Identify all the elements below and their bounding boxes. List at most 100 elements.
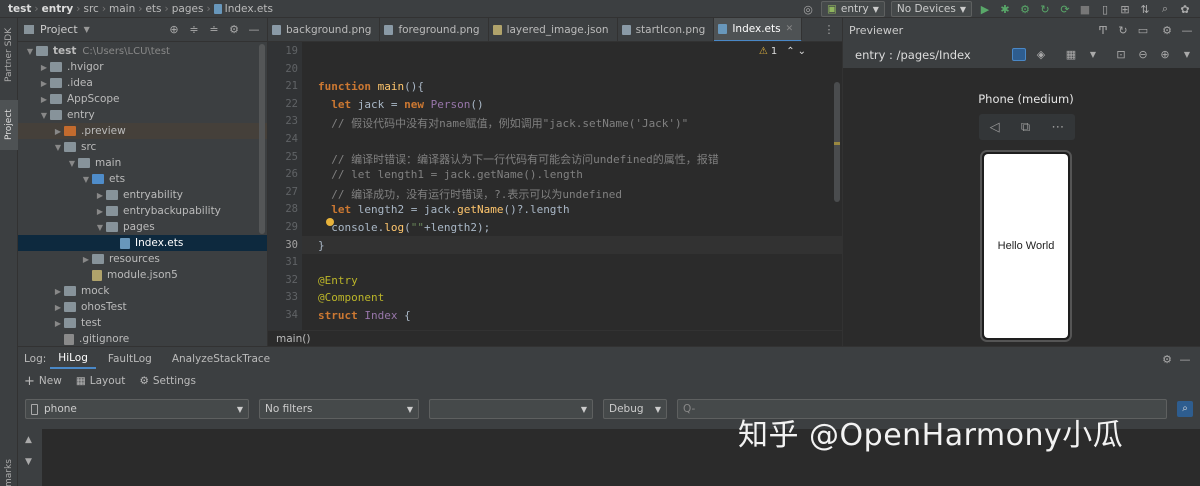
tab-layered-image-json[interactable]: layered_image.json: [489, 18, 618, 41]
multi-device-icon[interactable]: ▭: [1136, 23, 1150, 37]
gear-icon[interactable]: ⚙: [227, 23, 241, 37]
breadcrumb-item[interactable]: src: [83, 3, 98, 15]
gear-icon[interactable]: ⚙: [1160, 352, 1174, 366]
project-panel-title[interactable]: Project: [40, 23, 78, 36]
device-manager-icon[interactable]: ▯: [1098, 2, 1112, 16]
more-tabs-icon[interactable]: ⋮: [822, 23, 836, 37]
chevron-down-icon[interactable]: ▼: [94, 223, 106, 232]
chevron-down-icon[interactable]: ▼: [1086, 47, 1100, 61]
tab-background-png[interactable]: background.png: [268, 18, 381, 41]
rotate-icon[interactable]: ⧉: [1021, 120, 1030, 135]
tree-item[interactable]: ▶ entrybackupability: [18, 203, 267, 219]
code-editor[interactable]: 19 20 21 22 23 24 25 26 27 28 29 30 31 32 33 34 functio…: [268, 42, 842, 330]
module-selector[interactable]: ▣ entry ▼: [821, 1, 885, 17]
tab-hilog[interactable]: HiLog: [50, 349, 96, 369]
tree-item[interactable]: ▼ pages: [18, 219, 267, 235]
bulb-icon[interactable]: [326, 218, 334, 226]
chevron-up-icon[interactable]: ⌃: [786, 46, 794, 57]
text-size-icon[interactable]: Ͳ: [1096, 23, 1110, 37]
refresh-icon[interactable]: ↻: [1116, 23, 1130, 37]
bookmarks-tab[interactable]: marks: [0, 458, 18, 486]
scroll-down-icon[interactable]: ▼: [25, 457, 32, 467]
tree-item[interactable]: ▼ src: [18, 139, 267, 155]
tree-item[interactable]: ▼ ets: [18, 171, 267, 187]
locate-icon[interactable]: ⊕: [167, 23, 181, 37]
tab-starticon-png[interactable]: startIcon.png: [618, 18, 715, 41]
inspector-icon[interactable]: [1012, 47, 1026, 61]
zoom-out-icon[interactable]: ⊖: [1136, 47, 1150, 61]
layers-icon[interactable]: ◈: [1034, 47, 1048, 61]
tree-item[interactable]: ▶ .preview: [18, 123, 267, 139]
back-icon[interactable]: ◁: [990, 120, 1000, 135]
expand-all-icon[interactable]: ≑: [187, 23, 201, 37]
stop-icon[interactable]: ■: [1078, 2, 1092, 16]
chevron-down-icon[interactable]: ▼: [38, 111, 50, 120]
layout-button[interactable]: ▦ Layout: [76, 375, 126, 387]
chevron-down-icon[interactable]: ▼: [66, 159, 78, 168]
breadcrumb-item[interactable]: main: [109, 3, 135, 15]
chevron-down-icon[interactable]: ▼: [52, 143, 64, 152]
tree-item[interactable]: ▶ resources: [18, 251, 267, 267]
chevron-down-icon[interactable]: ⌄: [798, 46, 806, 57]
chevron-right-icon[interactable]: ▶: [38, 95, 50, 104]
editor-breadcrumb[interactable]: main(): [268, 330, 842, 346]
apply-changes-icon[interactable]: ↻: [1038, 2, 1052, 16]
breadcrumb-item[interactable]: ets: [145, 3, 161, 15]
chevron-down-icon[interactable]: ▼: [24, 47, 36, 56]
tree-item[interactable]: ▶ AppScope: [18, 91, 267, 107]
process-select[interactable]: ▼: [429, 399, 593, 419]
log-level-select[interactable]: Debug ▼: [603, 399, 667, 419]
run-icon[interactable]: ▶: [978, 2, 992, 16]
chevron-right-icon[interactable]: ▶: [52, 319, 64, 328]
scroll-up-icon[interactable]: ▲: [25, 435, 32, 445]
chevron-right-icon[interactable]: ▶: [38, 79, 50, 88]
settings-button[interactable]: ⚙ Settings: [139, 375, 196, 387]
new-log-button[interactable]: + New: [24, 374, 62, 389]
tree-item[interactable]: ▼ entry: [18, 107, 267, 123]
hide-icon[interactable]: —: [1178, 352, 1192, 366]
apply-code-changes-icon[interactable]: ⟳: [1058, 2, 1072, 16]
tree-item[interactable]: Index.ets: [18, 235, 267, 251]
tab-faultlog[interactable]: FaultLog: [100, 350, 160, 368]
more-icon[interactable]: ⋯: [1051, 120, 1064, 135]
tree-scrollbar[interactable]: [259, 44, 265, 234]
breadcrumb-item[interactable]: test: [8, 3, 31, 15]
profiler-icon[interactable]: ⊞: [1118, 2, 1132, 16]
zoom-in-icon[interactable]: ⊕: [1158, 47, 1172, 61]
breadcrumb-item[interactable]: pages: [172, 3, 204, 15]
debug-icon[interactable]: ✱: [998, 2, 1012, 16]
settings-icon[interactable]: ✿: [1178, 2, 1192, 16]
tree-item[interactable]: ▶ entryability: [18, 187, 267, 203]
tree-item[interactable]: ▼ test C:\Users\LCU\test: [18, 43, 267, 59]
close-icon[interactable]: ✕: [786, 24, 794, 34]
target-icon[interactable]: ◎: [801, 2, 815, 16]
chevron-down-icon[interactable]: ▼: [84, 25, 90, 34]
chevron-right-icon[interactable]: ▶: [80, 255, 92, 264]
chevron-right-icon[interactable]: ▶: [52, 127, 64, 136]
device-selector[interactable]: No Devices ▼: [890, 1, 972, 17]
chevron-right-icon[interactable]: ▶: [52, 287, 64, 296]
gear-icon[interactable]: ⚙: [1160, 23, 1174, 37]
tree-item[interactable]: module.json5: [18, 267, 267, 283]
tree-item[interactable]: ▶ ohosTest: [18, 299, 267, 315]
sync-icon[interactable]: ⇅: [1138, 2, 1152, 16]
chevron-right-icon[interactable]: ▶: [94, 207, 106, 216]
hide-icon[interactable]: —: [1180, 23, 1194, 37]
grid-icon[interactable]: ▦: [1064, 47, 1078, 61]
collapse-all-icon[interactable]: ≐: [207, 23, 221, 37]
warning-marker[interactable]: [834, 142, 840, 145]
tree-item[interactable]: ▶ test: [18, 315, 267, 331]
tree-item[interactable]: ▼ main: [18, 155, 267, 171]
project-tab[interactable]: Project: [0, 100, 18, 150]
tab-index-ets[interactable]: Index.ets ✕: [714, 18, 803, 41]
chevron-right-icon[interactable]: ▶: [94, 191, 106, 200]
chevron-right-icon[interactable]: ▶: [38, 63, 50, 72]
tab-analyzestacktrace[interactable]: AnalyzeStackTrace: [164, 350, 278, 368]
tree-item[interactable]: ▶ .idea: [18, 75, 267, 91]
tree-item[interactable]: ▶ .hvigor: [18, 59, 267, 75]
chevron-down-icon[interactable]: ▼: [80, 175, 92, 184]
breadcrumb-item[interactable]: entry: [42, 3, 74, 15]
warning-indicator[interactable]: ⚠ 1 ⌃ ⌄: [759, 46, 806, 57]
chevron-down-icon[interactable]: ▼: [1180, 47, 1194, 61]
phone-screen[interactable]: Hello World: [984, 154, 1068, 338]
